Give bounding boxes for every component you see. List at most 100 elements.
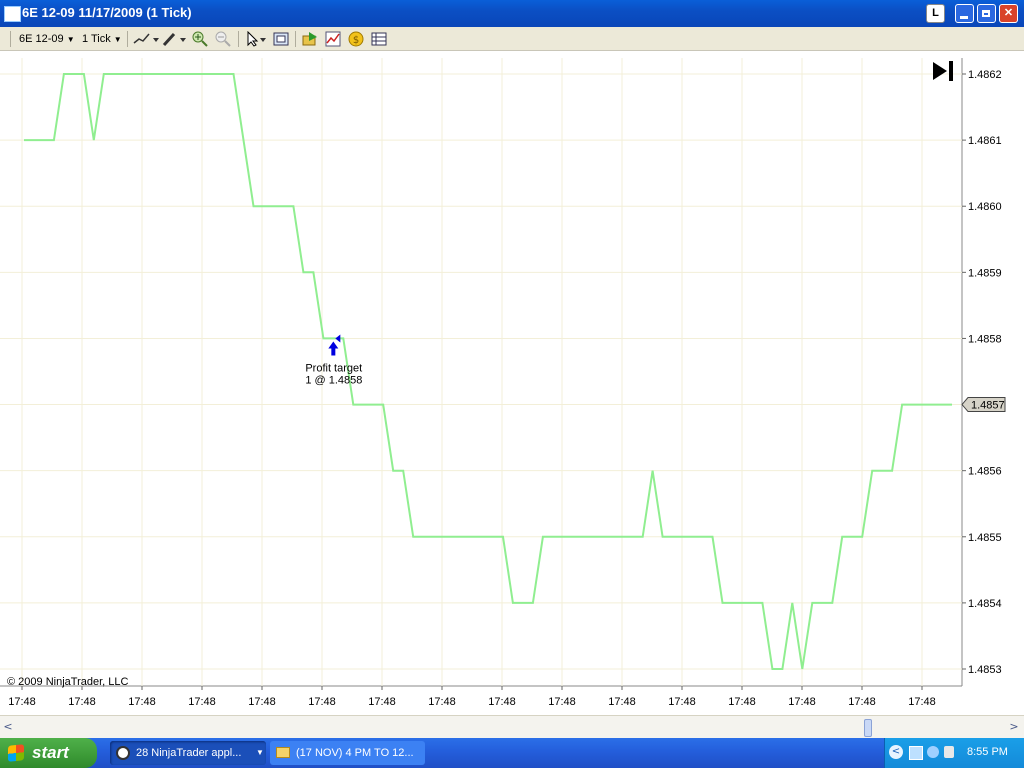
time-tick-label: 17:48	[428, 696, 456, 708]
time-tick-label: 17:48	[848, 696, 876, 708]
tray-expand-icon[interactable]: <	[889, 745, 903, 759]
zoom-out-icon	[215, 31, 231, 47]
folder-icon	[276, 747, 290, 758]
windows-logo-icon	[8, 744, 24, 762]
zoom-in-icon	[192, 31, 208, 47]
indicator-chart-icon	[325, 31, 341, 47]
task-label: (17 NOV) 4 PM TO 12...	[296, 747, 414, 759]
dollar-coin-icon: $	[348, 31, 364, 47]
cursor-arrow-icon	[247, 30, 266, 47]
svg-text:$: $	[353, 35, 359, 46]
task-folder[interactable]: (17 NOV) 4 PM TO 12...	[270, 741, 425, 765]
time-tick-label: 17:48	[368, 696, 396, 708]
chart-style-button[interactable]	[133, 31, 159, 47]
network-icon[interactable]	[909, 746, 923, 760]
zoom-out-button[interactable]	[215, 31, 231, 47]
lock-button[interactable]: L	[926, 4, 945, 23]
scroll-thumb[interactable]	[864, 719, 872, 737]
instrument-label: 6E 12-09	[19, 33, 64, 45]
time-tick-label: 17:48	[728, 696, 756, 708]
time-tick-label: 17:48	[308, 696, 336, 708]
end-bar-icon	[949, 61, 953, 81]
time-tick-label: 17:48	[8, 696, 36, 708]
ninjatrader-icon	[116, 746, 130, 760]
start-label: start	[32, 743, 69, 762]
task-ninjatrader[interactable]: 28 NinjaTrader appl... ▼	[110, 741, 266, 765]
data-box-button[interactable]	[273, 31, 289, 47]
time-tick-label: 17:48	[668, 696, 696, 708]
chevron-down-icon: ▼	[66, 35, 75, 44]
scroll-right-button[interactable]: >	[1006, 716, 1022, 738]
buy-arrow-icon	[328, 341, 339, 356]
select-tool-button[interactable]	[245, 30, 267, 47]
time-tick-label: 17:48	[128, 696, 156, 708]
copyright-text: © 2009 NinjaTrader, LLC	[7, 676, 128, 688]
indicators-button[interactable]	[325, 31, 341, 47]
close-icon: ✕	[1003, 7, 1014, 19]
speaker-icon[interactable]	[944, 746, 954, 758]
last-price-label: 1.4857	[971, 400, 1005, 412]
profit-target-fill-label: 1 @ 1.4858	[305, 374, 362, 386]
chart-toolbar: 6E 12-09 ▼ 1 Tick ▼ $	[0, 27, 1024, 51]
task-label: 28 NinjaTrader appl...	[136, 747, 242, 759]
price-series-line	[24, 73, 952, 670]
toolbar-separator	[127, 31, 128, 47]
chevron-right-icon: >	[1009, 720, 1019, 733]
pencil-icon	[162, 32, 186, 47]
play-arrow-icon	[933, 62, 947, 80]
horizontal-scrollbar[interactable]: < >	[0, 715, 1024, 739]
start-button[interactable]: start	[0, 738, 97, 768]
close-button[interactable]: ✕	[999, 4, 1018, 23]
fill-flag-icon	[335, 334, 341, 343]
price-tick-label: 1.4861	[968, 135, 1002, 147]
jump-to-end-button[interactable]	[933, 61, 953, 81]
minimize-icon	[960, 16, 968, 19]
time-axis: 17:48 17:48 17:48 17:48 17:48 17:48 17:48 17:48…	[8, 686, 936, 708]
chart-app-icon	[4, 6, 21, 22]
time-tick-label: 17:48	[188, 696, 216, 708]
chevron-left-icon: <	[3, 720, 13, 733]
properties-grid-icon	[371, 32, 387, 46]
price-axis: 1.4862 1.4861 1.4860 1.4859 1.4858 1.4857 1.48…	[962, 69, 1002, 676]
price-tick-label: 1.4853	[968, 664, 1002, 676]
toolbar-separator	[238, 31, 239, 47]
properties-button[interactable]	[371, 31, 387, 47]
line-chart-style-icon	[133, 33, 159, 44]
clock: 8:55 PM	[967, 746, 1008, 758]
price-tick-label: 1.4859	[968, 267, 1002, 279]
restore-icon	[982, 10, 990, 17]
time-tick-label: 17:48	[788, 696, 816, 708]
window-title: 6E 12-09 11/17/2009 (1 Tick)	[22, 5, 192, 20]
profit-target-label: Profit target	[305, 362, 362, 374]
system-tray: < 8:55 PM	[884, 738, 1024, 768]
folder-arrow-icon	[302, 32, 317, 46]
zoom-in-button[interactable]	[192, 31, 208, 47]
price-tick-label: 1.4860	[968, 201, 1002, 213]
instrument-list-button[interactable]	[302, 31, 318, 47]
title-bar: 6E 12-09 11/17/2009 (1 Tick) L ✕	[0, 0, 1024, 27]
scroll-left-button[interactable]: <	[0, 716, 16, 738]
strategies-button[interactable]: $	[348, 31, 364, 47]
data-box-icon	[273, 32, 289, 46]
chevron-down-icon: ▼	[256, 748, 264, 757]
last-price-marker: 1.4857	[961, 397, 1006, 413]
messenger-icon[interactable]	[927, 746, 939, 758]
price-tick-label: 1.4854	[968, 598, 1002, 610]
minimize-button[interactable]	[955, 4, 974, 23]
time-tick-label: 17:48	[248, 696, 276, 708]
drawing-tools-button[interactable]	[161, 31, 187, 47]
interval-label: 1 Tick	[82, 33, 111, 45]
chevron-down-icon: ▼	[113, 35, 122, 44]
instrument-dropdown[interactable]: 6E 12-09 ▼	[19, 31, 75, 47]
interval-dropdown[interactable]: 1 Tick ▼	[82, 31, 122, 47]
toolbar-separator	[295, 31, 296, 47]
time-tick-label: 17:48	[68, 696, 96, 708]
time-tick-label: 17:48	[608, 696, 636, 708]
restore-button[interactable]	[977, 4, 996, 23]
grid-lines	[0, 58, 962, 686]
price-tick-label: 1.4862	[968, 69, 1002, 81]
time-tick-label: 17:48	[488, 696, 516, 708]
time-tick-label: 17:48	[908, 696, 936, 708]
price-chart[interactable]: 1.4862 1.4861 1.4860 1.4859 1.4858 1.4857 1.48…	[0, 50, 1024, 715]
price-tick-label: 1.4855	[968, 532, 1002, 544]
